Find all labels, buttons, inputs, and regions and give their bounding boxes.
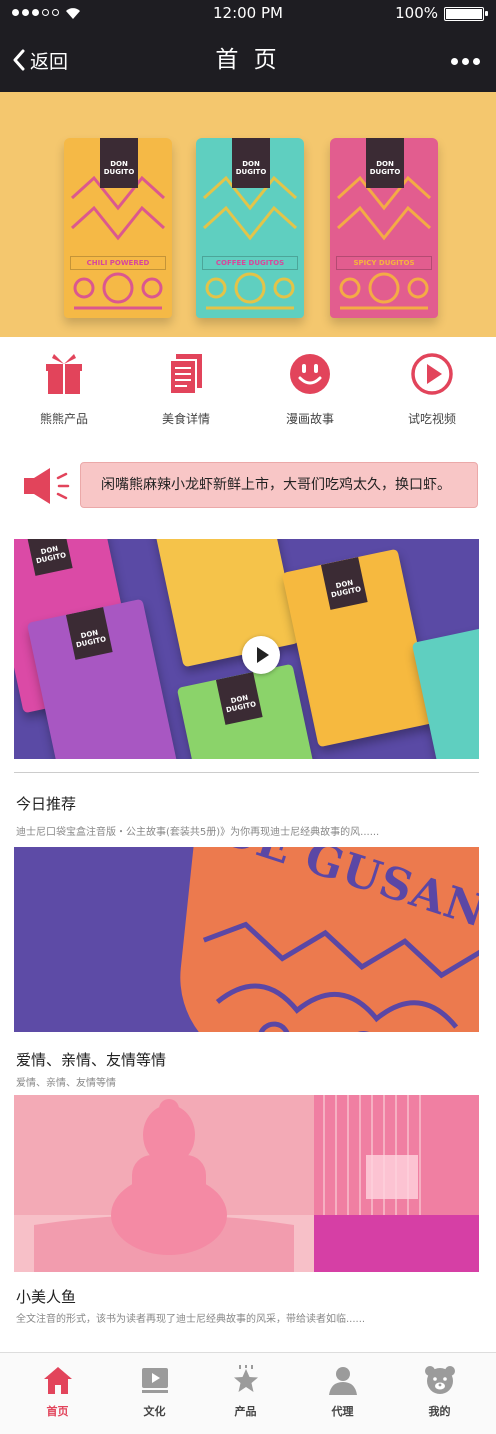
category-food-details[interactable]: 美食详情 xyxy=(124,352,248,427)
tab-agent[interactable]: 代理 xyxy=(293,1365,392,1419)
more-button[interactable] xyxy=(451,58,480,65)
battery-percent: 100% xyxy=(395,4,438,22)
tab-products[interactable]: 产品 xyxy=(196,1365,295,1419)
announcement-text: 闲嘴熊麻辣小龙虾新鲜上市，大哥们吃鸡太久，换口虾。 xyxy=(80,462,478,508)
page-title: 首 页 xyxy=(215,47,281,73)
category-grid: 熊熊产品 美食详情 漫画故事 试吃视频 xyxy=(0,352,496,442)
section-title: 小美人鱼 xyxy=(16,1288,77,1306)
nav-bar: 返回 首 页 xyxy=(0,28,496,92)
hero-pack-band: SPICY DUGITOS xyxy=(336,256,432,270)
hero-pack-brand: DON DUGITO xyxy=(366,138,404,188)
hero-pack-chili: DON DUGITO CHILI POWERED xyxy=(64,138,172,318)
divider xyxy=(14,772,479,773)
section-title: 今日推荐 xyxy=(16,795,77,813)
user-icon xyxy=(328,1367,357,1395)
category-products[interactable]: 熊熊产品 xyxy=(2,352,126,427)
smiley-icon xyxy=(290,354,330,394)
tab-culture[interactable]: 文化 xyxy=(105,1365,204,1419)
video-card[interactable]: DON DUGITO DON DUGITO DON DUGITO DON DUG… xyxy=(14,539,479,759)
category-tasting-video[interactable]: 试吃视频 xyxy=(370,352,494,427)
tab-label: 产品 xyxy=(234,1405,257,1418)
hero-pack-spicy: DON DUGITO SPICY DUGITOS xyxy=(330,138,438,318)
play-button[interactable] xyxy=(242,636,280,674)
hero-banner[interactable]: DON DUGITO CHILI POWERED DON DUGITO COFF… xyxy=(0,92,496,337)
hero-pack-brand: DON DUGITO xyxy=(232,138,270,188)
section-title: 爱情、亲情、友情等情 xyxy=(16,1051,167,1069)
video-pack: DON DUGITO xyxy=(26,598,180,759)
speaker-icon xyxy=(24,468,70,504)
document-icon xyxy=(169,354,202,395)
tab-label: 代理 xyxy=(331,1405,354,1418)
play-circle-icon xyxy=(411,353,453,395)
star-icon xyxy=(233,1365,258,1392)
announcement-bar[interactable]: 闲嘴熊麻辣小龙虾新鲜上市，大哥们吃鸡太久，换口虾。 xyxy=(0,460,496,512)
gift-icon xyxy=(46,354,82,394)
category-label: 美食详情 xyxy=(161,412,210,426)
section-description: 迪士尼口袋宝盒注音版・公主故事(套装共5册)》为你再现迪士尼经典故事的风....… xyxy=(16,827,380,838)
recommend-image[interactable]: DE GUSANO xyxy=(14,847,479,1032)
hero-pack-band: COFFEE DUGITOS xyxy=(202,256,298,270)
tab-label: 我的 xyxy=(428,1405,451,1418)
section-description: 爱情、亲情、友情等情 xyxy=(16,1078,116,1089)
category-label: 试吃视频 xyxy=(407,412,456,426)
category-label: 熊熊产品 xyxy=(39,412,88,426)
home-icon xyxy=(43,1367,72,1394)
hero-pack-brand: DON DUGITO xyxy=(100,138,138,188)
product-bag-closeup: DE GUSANO xyxy=(171,847,479,1032)
tab-label: 首页 xyxy=(46,1405,69,1418)
feature-image[interactable] xyxy=(14,1095,479,1272)
video-pack xyxy=(411,618,479,759)
hero-pack-band: CHILI POWERED xyxy=(70,256,166,270)
more-dots-icon xyxy=(451,58,458,65)
tab-home[interactable]: 首页 xyxy=(8,1365,107,1419)
category-label: 漫画故事 xyxy=(285,412,334,426)
tab-mine[interactable]: 我的 xyxy=(390,1365,489,1419)
video-icon xyxy=(141,1368,168,1393)
section-description: 全文注音的形式，该书为读者再现了迪士尼经典故事的风采，带给读者如临...... xyxy=(16,1314,366,1325)
category-comic-story[interactable]: 漫画故事 xyxy=(248,352,372,427)
hero-pack-coffee: DON DUGITO COFFEE DUGITOS xyxy=(196,138,304,318)
battery-icon xyxy=(444,7,488,21)
tab-label: 文化 xyxy=(143,1405,166,1418)
status-bar: 12:00 PM 100% xyxy=(0,0,496,28)
tab-bar: 首页 文化 产品 代理 我的 xyxy=(0,1352,496,1434)
bear-icon xyxy=(424,1366,455,1394)
video-pack: DON DUGITO xyxy=(281,548,435,748)
